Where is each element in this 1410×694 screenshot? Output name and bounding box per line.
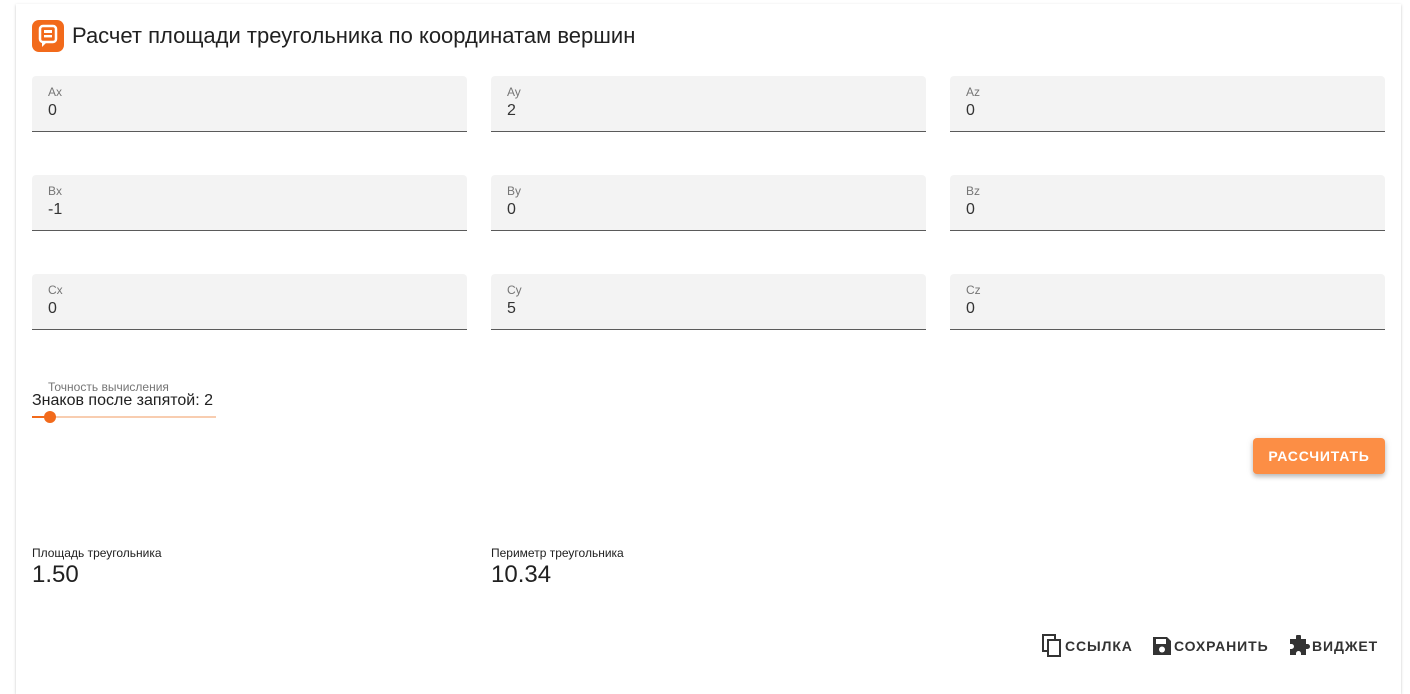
link-button[interactable]: ССЫЛКА [1041, 634, 1133, 658]
bx-label: Bx [48, 184, 63, 198]
calculator-logo-icon [32, 20, 64, 52]
cx-field[interactable]: Cx 0 [32, 274, 467, 330]
cx-label: Cx [48, 283, 63, 297]
link-label: ССЫЛКА [1065, 638, 1133, 654]
cy-value[interactable]: 5 [507, 300, 516, 318]
precision-slider[interactable] [32, 411, 216, 423]
cx-value[interactable]: 0 [48, 300, 57, 318]
floppy-disk-icon [1152, 636, 1174, 656]
by-label: By [507, 184, 522, 198]
save-label: СОХРАНИТЬ [1174, 638, 1269, 654]
bx-value[interactable]: -1 [48, 201, 62, 219]
by-field[interactable]: By 0 [491, 175, 926, 231]
widget-button[interactable]: ВИДЖЕТ [1288, 634, 1378, 658]
area-value: 1.50 [32, 561, 79, 588]
az-field[interactable]: Az 0 [950, 76, 1385, 132]
copy-icon [1041, 634, 1065, 658]
bz-value[interactable]: 0 [966, 201, 975, 219]
area-label: Площадь треугольника [32, 546, 162, 560]
save-button[interactable]: СОХРАНИТЬ [1152, 634, 1269, 658]
cy-field[interactable]: Cy 5 [491, 274, 926, 330]
perimeter-value: 10.34 [491, 561, 552, 588]
widget-label: ВИДЖЕТ [1312, 638, 1379, 654]
ax-label: Ax [48, 85, 63, 99]
bz-field[interactable]: Bz 0 [950, 175, 1385, 231]
az-value[interactable]: 0 [966, 102, 975, 120]
ay-label: Ay [507, 85, 521, 99]
bz-label: Bz [966, 184, 981, 198]
ax-value[interactable]: 0 [48, 102, 57, 120]
cz-label: Cz [966, 283, 981, 297]
precision-value-text: Знаков после запятой: 2 [32, 392, 213, 409]
cz-field[interactable]: Cz 0 [950, 274, 1385, 330]
bx-field[interactable]: Bx -1 [32, 175, 467, 231]
puzzle-piece-icon [1288, 635, 1312, 657]
cy-label: Cy [507, 283, 522, 297]
az-label: Az [966, 85, 981, 99]
perimeter-label: Периметр треугольника [491, 546, 624, 560]
page-title: Расчет площади треугольника по координат… [72, 23, 636, 48]
cz-value[interactable]: 0 [966, 300, 975, 318]
ay-field[interactable]: Ay 2 [491, 76, 926, 132]
ax-field[interactable]: Ax 0 [32, 76, 467, 132]
calculate-button[interactable]: РАССЧИТАТЬ [1253, 438, 1385, 474]
ay-value[interactable]: 2 [507, 102, 516, 120]
by-value[interactable]: 0 [507, 201, 516, 219]
